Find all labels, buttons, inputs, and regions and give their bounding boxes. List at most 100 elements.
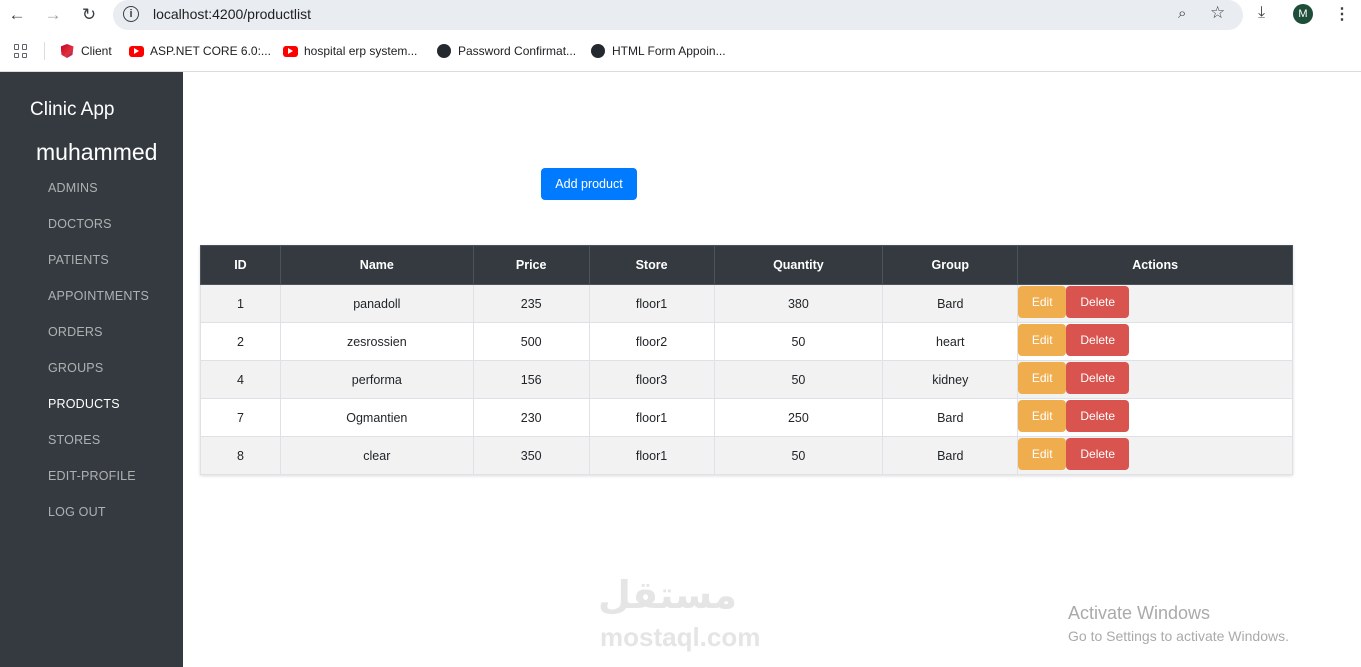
- add-product-button[interactable]: Add product: [541, 168, 637, 200]
- activate-windows-subtitle: Go to Settings to activate Windows.: [1068, 628, 1289, 644]
- delete-button[interactable]: Delete: [1066, 324, 1130, 356]
- sidebar-item-groups[interactable]: GROUPS: [48, 361, 103, 375]
- cell-name: performa: [279, 360, 474, 399]
- cell-price: 350: [472, 436, 590, 475]
- cell-store: floor2: [588, 322, 715, 361]
- download-icon[interactable]: ⤓: [1258, 4, 1265, 22]
- bookmarks-bar: Client ASP.NET CORE 6.0:... hospital erp…: [0, 31, 1361, 72]
- sidebar-item-log-out[interactable]: LOG OUT: [48, 505, 106, 519]
- sidebar-item-appointments[interactable]: APPOINTMENTS: [48, 289, 149, 303]
- sidebar-item-patients[interactable]: PATIENTS: [48, 253, 109, 267]
- sidebar-item-edit-profile[interactable]: EDIT-PROFILE: [48, 469, 136, 483]
- column-header-price: Price: [472, 245, 590, 285]
- bookmark-label: hospital erp system...: [304, 44, 418, 58]
- delete-button[interactable]: Delete: [1066, 438, 1130, 470]
- bookmark-star-icon[interactable]: ☆: [1210, 3, 1225, 23]
- cell-actions: Edit Delete: [1017, 436, 1293, 475]
- delete-button[interactable]: Delete: [1066, 362, 1130, 394]
- cell-name: clear: [279, 436, 474, 475]
- table-header-row: ID Name Price Store Quantity Group Actio…: [200, 245, 1293, 285]
- angular-icon: [59, 44, 75, 58]
- sidebar-item-doctors[interactable]: DOCTORS: [48, 217, 112, 231]
- cell-id: 8: [200, 436, 281, 475]
- table-row: 7 Ogmantien 230 floor1 250 Bard Edit Dele…: [200, 398, 1293, 437]
- cell-id: 4: [200, 360, 281, 399]
- sidebar-item-products[interactable]: PRODUCTS: [48, 397, 120, 411]
- cell-actions: Edit Delete: [1017, 360, 1293, 399]
- bookmark-label: HTML Form Appoin...: [612, 44, 726, 58]
- github-icon: [436, 44, 452, 58]
- cell-actions: Edit Delete: [1017, 322, 1293, 361]
- cell-store: floor1: [588, 436, 715, 475]
- cell-quantity: 50: [713, 360, 884, 399]
- bookmark-aspnet-core[interactable]: ASP.NET CORE 6.0:...: [128, 42, 271, 60]
- cell-store: floor1: [588, 284, 715, 323]
- edit-button[interactable]: Edit: [1018, 400, 1067, 432]
- zoom-icon[interactable]: ⌕: [1178, 5, 1186, 22]
- edit-button[interactable]: Edit: [1018, 286, 1067, 318]
- cell-price: 235: [472, 284, 590, 323]
- profile-avatar[interactable]: M: [1293, 4, 1313, 24]
- forward-arrow-icon[interactable]: →: [41, 4, 65, 26]
- address-bar[interactable]: i localhost:4200/productlist ⌕ ☆: [113, 0, 1243, 30]
- bookmarks-divider: [44, 42, 45, 60]
- site-info-icon[interactable]: i: [123, 6, 139, 22]
- table-row: 1 panadoll 235 floor1 380 Bard Edit Delet…: [200, 284, 1293, 323]
- sidebar: Clinic App muhammed ADMINS DOCTORS PATIE…: [0, 72, 183, 667]
- youtube-icon: [128, 44, 144, 58]
- edit-button[interactable]: Edit: [1018, 438, 1067, 470]
- username: muhammed: [36, 139, 158, 165]
- cell-actions: Edit Delete: [1017, 398, 1293, 437]
- cell-group: Bard: [882, 398, 1019, 437]
- bookmark-client[interactable]: Client: [59, 42, 112, 60]
- bookmark-password-confirmation[interactable]: Password Confirmat...: [436, 42, 576, 60]
- cell-price: 156: [472, 360, 590, 399]
- table-row: 2 zesrossien 500 floor2 50 heart Edit Del…: [200, 322, 1293, 361]
- column-header-name: Name: [279, 245, 474, 285]
- bookmark-label: ASP.NET CORE 6.0:...: [150, 44, 271, 58]
- cell-price: 230: [472, 398, 590, 437]
- column-header-actions: Actions: [1017, 245, 1293, 285]
- bookmark-label: Password Confirmat...: [458, 44, 577, 58]
- youtube-icon: [282, 44, 298, 58]
- cell-quantity: 50: [713, 322, 884, 361]
- browser-toolbar: ← → ↻ i localhost:4200/productlist ⌕ ☆ ⤓…: [0, 0, 1361, 31]
- app-brand[interactable]: Clinic App: [30, 99, 115, 121]
- reload-icon[interactable]: ↻: [77, 4, 101, 26]
- cell-name: zesrossien: [279, 322, 474, 361]
- cell-group: heart: [882, 322, 1019, 361]
- cell-name: Ogmantien: [279, 398, 474, 437]
- url-text[interactable]: localhost:4200/productlist: [153, 6, 311, 22]
- delete-button[interactable]: Delete: [1066, 400, 1130, 432]
- column-header-store: Store: [588, 245, 715, 285]
- cell-quantity: 380: [713, 284, 884, 323]
- cell-price: 500: [472, 322, 590, 361]
- bookmark-label: Client: [81, 44, 112, 58]
- cell-group: Bard: [882, 284, 1019, 323]
- activate-windows-title: Activate Windows: [1068, 603, 1211, 623]
- mostaql-watermark-logo: مستقل: [598, 573, 737, 617]
- cell-id: 7: [200, 398, 281, 437]
- browser-menu-icon[interactable]: ⋮: [1334, 4, 1350, 24]
- back-arrow-icon[interactable]: ←: [5, 4, 29, 26]
- table-row: 8 clear 350 floor1 50 Bard Edit Delete: [200, 436, 1293, 475]
- table-row: 4 performa 156 floor3 50 kidney Edit Dele…: [200, 360, 1293, 399]
- sidebar-item-orders[interactable]: ORDERS: [48, 325, 103, 339]
- cell-id: 1: [200, 284, 281, 323]
- cell-name: panadoll: [279, 284, 474, 323]
- sidebar-item-admins[interactable]: ADMINS: [48, 181, 98, 195]
- apps-grid-icon[interactable]: [14, 44, 28, 58]
- column-header-id: ID: [200, 245, 281, 285]
- edit-button[interactable]: Edit: [1018, 362, 1067, 394]
- edit-button[interactable]: Edit: [1018, 324, 1067, 356]
- cell-group: kidney: [882, 360, 1019, 399]
- cell-actions: Edit Delete: [1017, 284, 1293, 323]
- bookmark-html-form[interactable]: HTML Form Appoin...: [590, 42, 726, 60]
- bookmark-hospital-erp[interactable]: hospital erp system...: [282, 42, 417, 60]
- mostaql-watermark-site: mostaql.com: [600, 622, 761, 652]
- sidebar-item-stores[interactable]: STORES: [48, 433, 100, 447]
- github-icon: [590, 44, 606, 58]
- column-header-quantity: Quantity: [713, 245, 884, 285]
- delete-button[interactable]: Delete: [1066, 286, 1130, 318]
- cell-group: Bard: [882, 436, 1019, 475]
